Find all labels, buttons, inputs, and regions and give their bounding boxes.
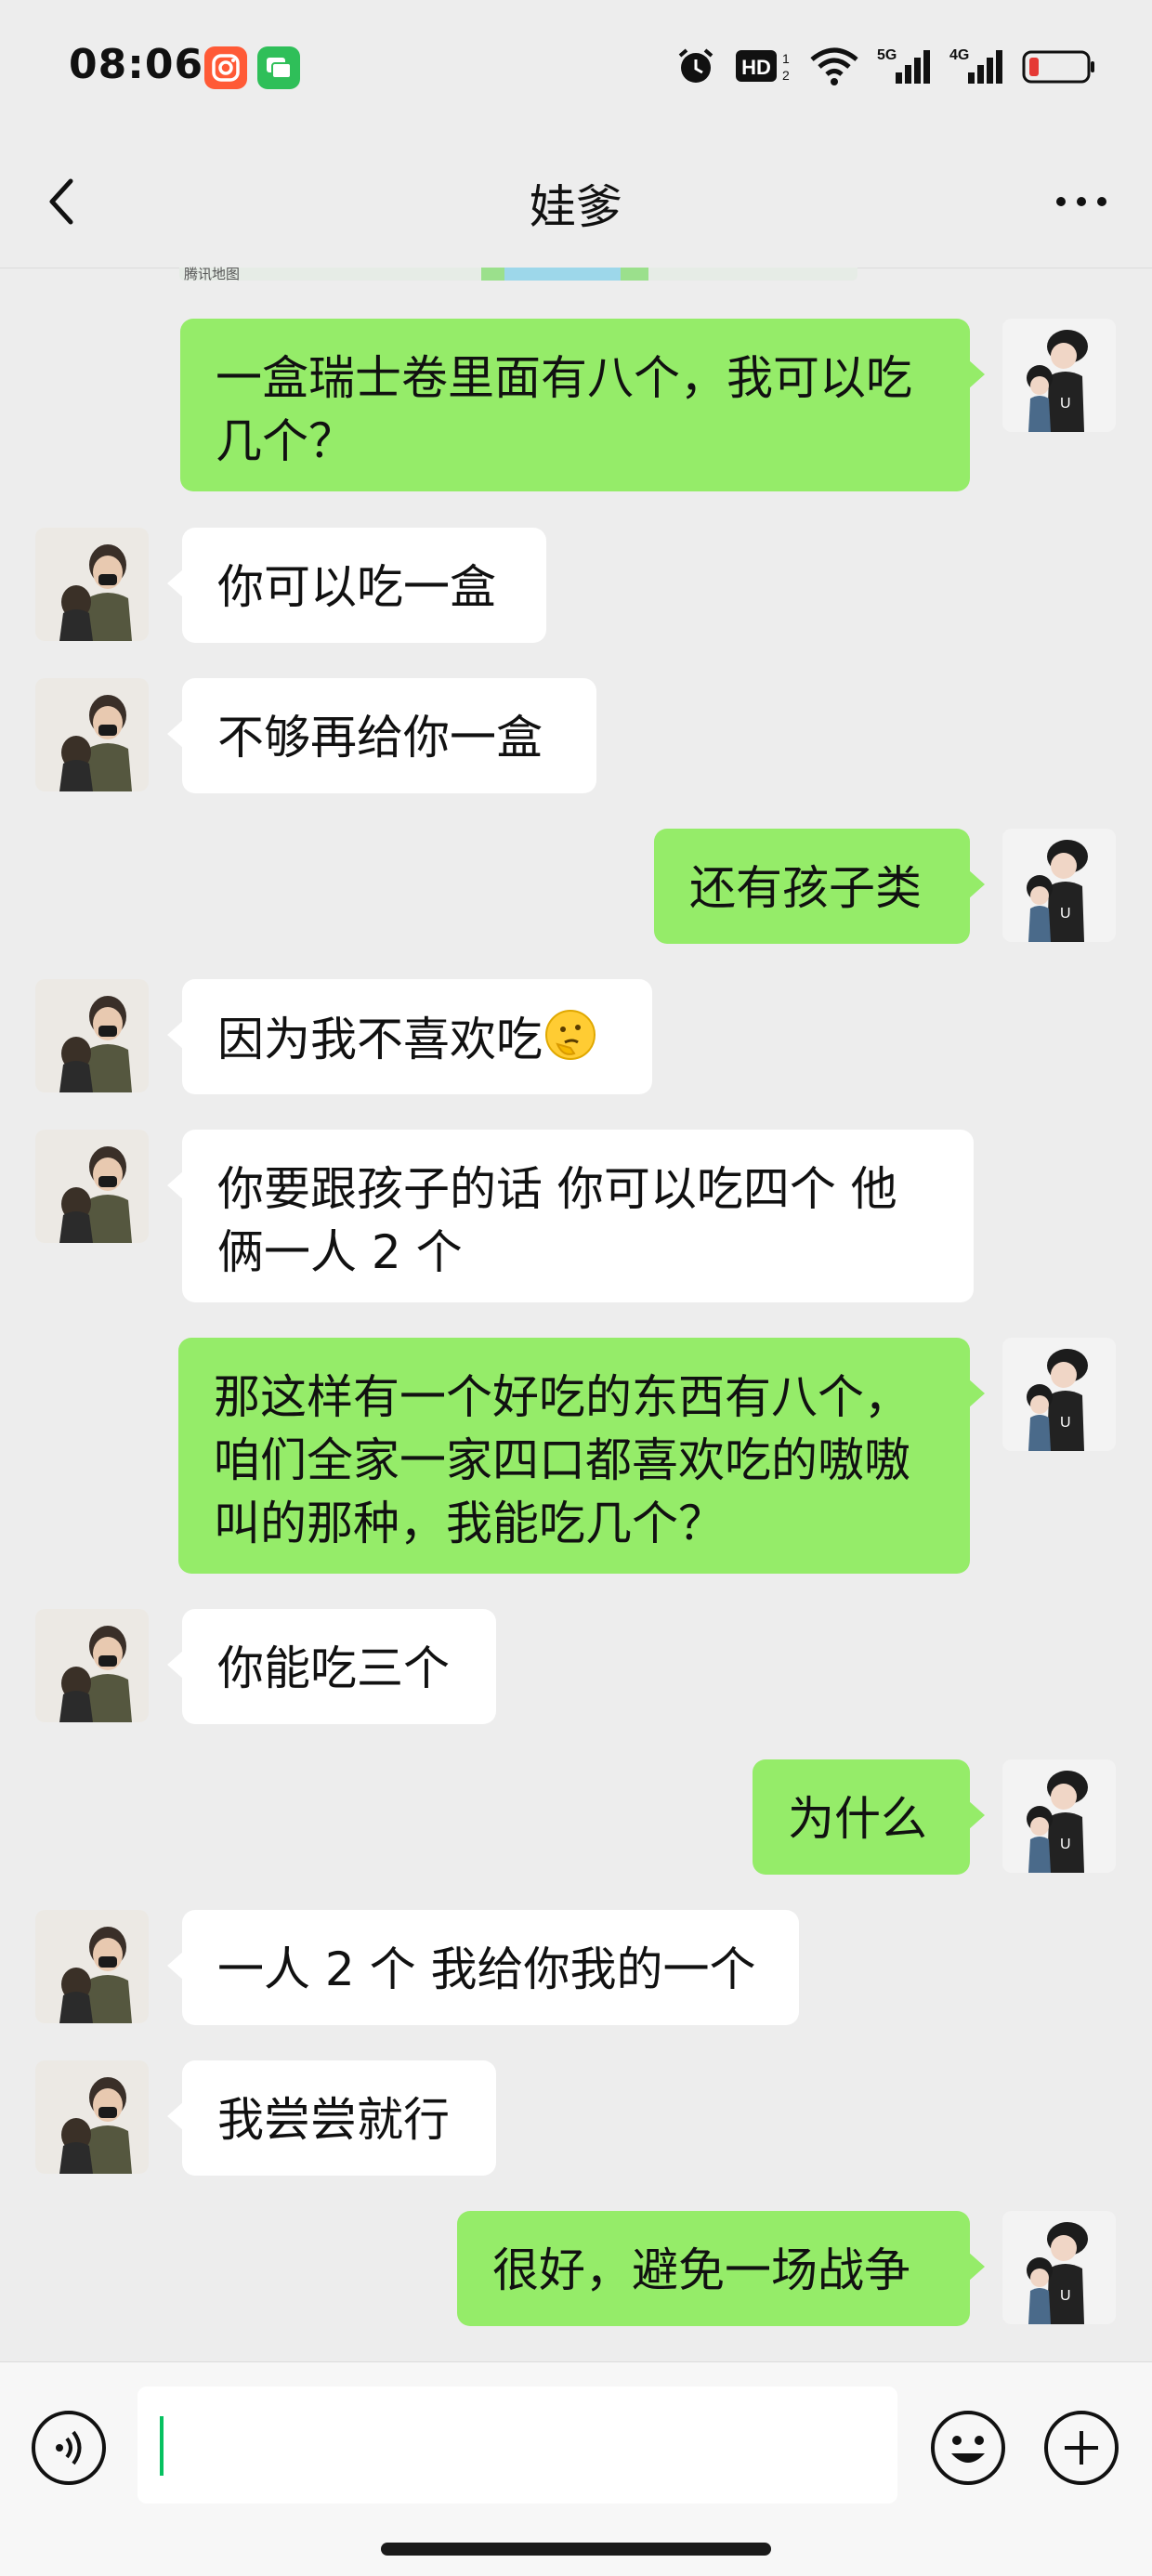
svg-text:U: U bbox=[1060, 396, 1071, 412]
thinking-face-icon bbox=[543, 1007, 598, 1063]
outgoing-message-bubble[interactable]: 一盒瑞士卷里面有八个，我可以吃几个？ bbox=[180, 319, 985, 491]
my-avatar[interactable]: U bbox=[1002, 2211, 1116, 2324]
incoming-message-bubble[interactable]: 你要跟孩子的话 你可以吃四个 他俩一人 2 个 bbox=[167, 1130, 974, 1302]
chat-title: 娃爹 bbox=[530, 180, 622, 234]
voice-icon bbox=[32, 2411, 106, 2485]
message-input[interactable] bbox=[137, 2386, 897, 2504]
battery-low-icon bbox=[1022, 45, 1096, 87]
svg-text:4G: 4G bbox=[949, 47, 969, 63]
svg-text:2: 2 bbox=[782, 68, 790, 83]
plus-icon bbox=[1044, 2411, 1119, 2485]
svg-text:U: U bbox=[1060, 2288, 1071, 2304]
messages-app-icon bbox=[257, 46, 300, 89]
incoming-message-bubble[interactable]: 不够再给你一盒 bbox=[167, 678, 596, 793]
incoming-message-bubble[interactable]: 你能吃三个 bbox=[167, 1609, 496, 1724]
wifi-icon bbox=[808, 45, 860, 87]
text-cursor bbox=[160, 2416, 164, 2476]
outgoing-message-bubble[interactable]: 为什么 bbox=[753, 1759, 985, 1875]
message-text: 一人 2 个 我给你我的一个 bbox=[217, 1942, 756, 1996]
contact-avatar[interactable] bbox=[35, 678, 149, 791]
message-row: 因为我不喜欢吃 bbox=[0, 979, 1152, 1094]
contact-avatar[interactable] bbox=[35, 1609, 149, 1722]
message-row: U 还有孩子类 bbox=[0, 829, 1152, 944]
message-text: 你可以吃一盒 bbox=[217, 560, 496, 614]
incoming-message-bubble[interactable]: 我尝尝就行 bbox=[167, 2060, 496, 2176]
message-row: U 一盒瑞士卷里面有八个，我可以吃几个？ bbox=[0, 319, 1152, 491]
svg-text:U: U bbox=[1060, 906, 1071, 922]
message-row: 不够再给你一盒 bbox=[0, 678, 1152, 793]
message-row: 你可以吃一盒 bbox=[0, 528, 1152, 643]
svg-text:U: U bbox=[1060, 1415, 1071, 1431]
svg-text:U: U bbox=[1060, 1837, 1071, 1852]
instagram-like-app-icon bbox=[204, 46, 247, 89]
signal-4g-icon: 4G bbox=[949, 45, 1005, 87]
message-text: 我尝尝就行 bbox=[217, 2093, 450, 2147]
svg-text:5G: 5G bbox=[877, 47, 897, 63]
more-button[interactable] bbox=[1044, 164, 1119, 239]
message-text: 很好，避免一场战争 bbox=[492, 2243, 910, 2297]
status-time: 08:06 bbox=[69, 41, 204, 88]
message-text: 一盒瑞士卷里面有八个，我可以吃几个？ bbox=[216, 351, 912, 468]
contact-avatar[interactable] bbox=[35, 1910, 149, 2023]
message-row: U 为什么 bbox=[0, 1759, 1152, 1875]
hd-icon: HD 1 2 bbox=[734, 45, 792, 87]
outgoing-message-bubble[interactable]: 那这样有一个好吃的东西有八个，咱们全家一家四口都喜欢吃的嗷嗷叫的那种，我能吃几个… bbox=[178, 1338, 985, 1574]
message-row: 我尝尝就行 bbox=[0, 2060, 1152, 2176]
emoji-button[interactable] bbox=[929, 2409, 1007, 2487]
incoming-message-bubble[interactable]: 一人 2 个 我给你我的一个 bbox=[167, 1910, 799, 2025]
message-text: 不够再给你一盒 bbox=[217, 711, 543, 765]
input-bar bbox=[0, 2361, 1152, 2576]
contact-avatar[interactable] bbox=[35, 979, 149, 1092]
chat-messages[interactable]: U 一盒瑞士卷里面有八个，我可以吃几个？ 你可以吃一盒 不够再给你一盒 U 还有孩子类因为… bbox=[0, 268, 1152, 2361]
outgoing-message-bubble[interactable]: 还有孩子类 bbox=[654, 829, 985, 944]
alarm-icon bbox=[674, 45, 717, 87]
message-row: 你能吃三个 bbox=[0, 1609, 1152, 1724]
message-row: 你要跟孩子的话 你可以吃四个 他俩一人 2 个 bbox=[0, 1130, 1152, 1302]
contact-avatar[interactable] bbox=[35, 2060, 149, 2174]
more-dots-icon bbox=[1056, 197, 1106, 206]
my-avatar[interactable]: U bbox=[1002, 319, 1116, 432]
my-avatar[interactable]: U bbox=[1002, 829, 1116, 942]
incoming-message-bubble[interactable]: 因为我不喜欢吃 bbox=[167, 979, 652, 1094]
voice-button[interactable] bbox=[30, 2409, 108, 2487]
svg-text:HD: HD bbox=[741, 56, 771, 79]
incoming-message-bubble[interactable]: 你可以吃一盒 bbox=[167, 528, 546, 643]
home-indicator[interactable] bbox=[381, 2543, 771, 2556]
chat-header: 娃爹 bbox=[0, 135, 1152, 268]
message-text: 因为我不喜欢吃 bbox=[217, 1013, 543, 1066]
status-bar: 08:06 HD 1 2 5G 4G bbox=[0, 0, 1152, 135]
message-text: 你能吃三个 bbox=[217, 1641, 450, 1695]
my-avatar[interactable]: U bbox=[1002, 1759, 1116, 1873]
emoji-icon bbox=[931, 2411, 1005, 2485]
message-text: 还有孩子类 bbox=[689, 861, 922, 915]
message-text: 你要跟孩子的话 你可以吃四个 他俩一人 2 个 bbox=[217, 1162, 897, 1279]
message-text: 为什么 bbox=[788, 1792, 927, 1846]
more-functions-button[interactable] bbox=[1042, 2409, 1120, 2487]
message-row: 一人 2 个 我给你我的一个 bbox=[0, 1910, 1152, 2025]
message-row: U 那这样有一个好吃的东西有八个，咱们全家一家四口都喜欢吃的嗷嗷叫的那种，我能吃几… bbox=[0, 1338, 1152, 1574]
status-icons: HD 1 2 5G 4G bbox=[674, 45, 1096, 87]
my-avatar[interactable]: U bbox=[1002, 1338, 1116, 1451]
contact-avatar[interactable] bbox=[35, 1130, 149, 1243]
outgoing-message-bubble[interactable]: 很好，避免一场战争 bbox=[457, 2211, 985, 2326]
message-row: U 很好，避免一场战争 bbox=[0, 2211, 1152, 2326]
signal-5g-icon: 5G bbox=[877, 45, 933, 87]
contact-avatar[interactable] bbox=[35, 528, 149, 641]
svg-text:1: 1 bbox=[782, 51, 790, 66]
message-text: 那这样有一个好吃的东西有八个，咱们全家一家四口都喜欢吃的嗷嗷叫的那种，我能吃几个… bbox=[214, 1370, 910, 1550]
